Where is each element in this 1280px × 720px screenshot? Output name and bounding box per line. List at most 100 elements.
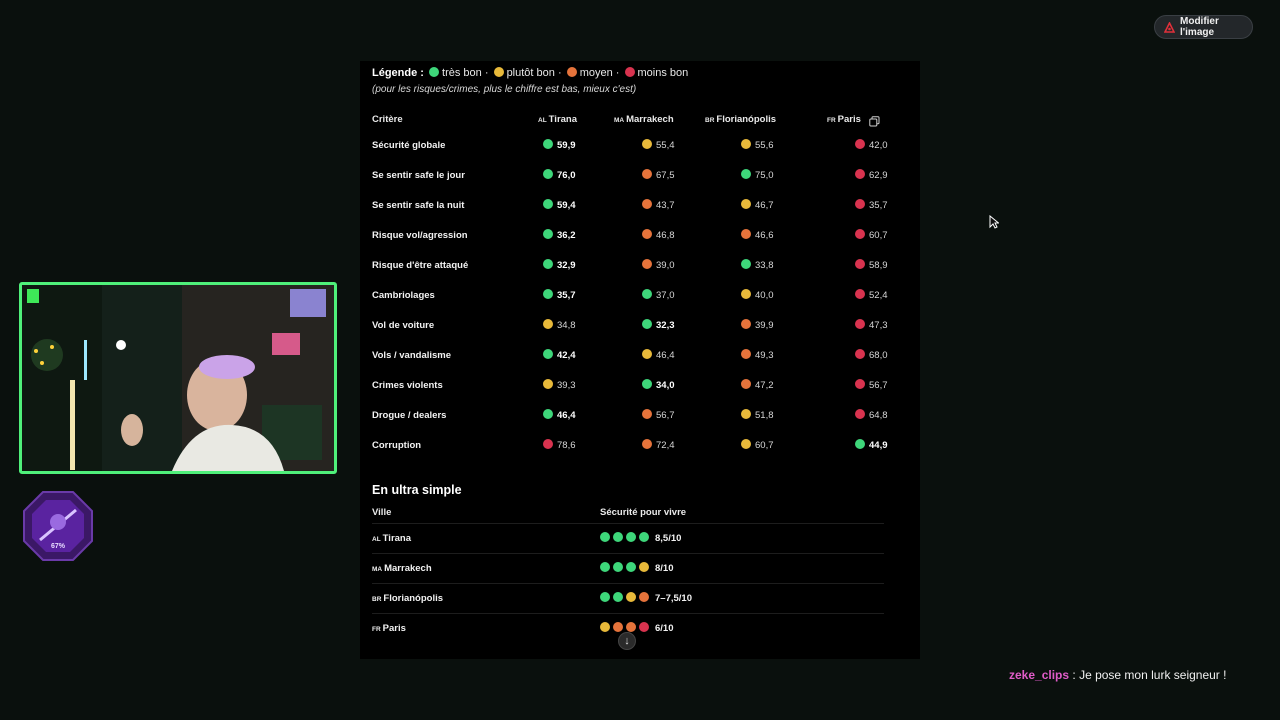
city-name: Marrakech bbox=[384, 563, 432, 574]
rating-dot bbox=[642, 439, 652, 450]
score-cell: 46,6 bbox=[741, 221, 774, 251]
score-cell: 58,9 bbox=[855, 251, 888, 281]
country-code: MA bbox=[372, 566, 383, 573]
edit-image-button[interactable]: Modifier l'image bbox=[1154, 15, 1253, 39]
score-value: 39,0 bbox=[656, 260, 675, 271]
score-value: 46,4 bbox=[656, 350, 675, 361]
rating-dot bbox=[855, 379, 865, 390]
legend-label: plutôt bon bbox=[506, 67, 555, 79]
summary-city: MA Marrakech bbox=[372, 554, 432, 585]
rating-dot bbox=[855, 439, 865, 450]
score-cell: 49,3 bbox=[741, 341, 774, 371]
score-cell: 37,0 bbox=[642, 281, 675, 311]
score-cell: 34,8 bbox=[543, 311, 576, 341]
score-cell: 42,0 bbox=[855, 131, 888, 161]
rating-dot bbox=[855, 169, 865, 180]
summary-header-city: Ville bbox=[372, 507, 392, 518]
legend-dot-yellow bbox=[493, 67, 504, 78]
legend-separator: · bbox=[557, 67, 562, 79]
score-value: 44,9 bbox=[869, 440, 888, 451]
summary-city: BR Florianópolis bbox=[372, 584, 443, 615]
score-value: 32,9 bbox=[557, 260, 576, 271]
rating-dot bbox=[543, 199, 553, 210]
score-text: 8/10 bbox=[655, 563, 674, 574]
score-value: 55,4 bbox=[656, 140, 675, 151]
legend-dot-green bbox=[429, 67, 440, 78]
score-cell: 76,0 bbox=[543, 161, 576, 191]
score-cell: 52,4 bbox=[855, 281, 888, 311]
score-value: 35,7 bbox=[557, 290, 576, 301]
criterion-label: Crimes violents bbox=[372, 380, 443, 391]
chat-username: zeke_clips bbox=[1009, 668, 1070, 682]
table-row: Risque d'être attaqué 32,9 39,0 33,8 58,9 bbox=[372, 251, 888, 281]
score-cell: 51,8 bbox=[741, 401, 774, 431]
rating-dot bbox=[741, 259, 751, 270]
column-header-criterion: Critère bbox=[372, 114, 403, 125]
score-value: 47,3 bbox=[869, 320, 888, 331]
summary-title: En ultra simple bbox=[372, 483, 462, 497]
rating-dot bbox=[613, 592, 623, 603]
table-row: Corruption 78,6 72,4 60,7 44,9 bbox=[372, 431, 888, 461]
rating-dot bbox=[642, 409, 652, 420]
rating-dot bbox=[639, 562, 649, 573]
rating-dot bbox=[639, 532, 649, 543]
score-cell: 42,4 bbox=[543, 341, 576, 371]
rating-dot bbox=[741, 409, 751, 420]
score-value: 34,8 bbox=[557, 320, 576, 331]
rating-dot bbox=[626, 622, 636, 633]
city-name: Florianópolis bbox=[383, 593, 444, 604]
column-header-city: MA Marrakech bbox=[614, 114, 674, 125]
rating-dot bbox=[642, 319, 652, 330]
country-code: BR bbox=[372, 596, 382, 603]
score-cell: 40,0 bbox=[741, 281, 774, 311]
badge-percent: 67% bbox=[50, 543, 65, 550]
chat-message: zeke_clips : Je pose mon lurk seigneur ! bbox=[1009, 668, 1226, 682]
rating-dot bbox=[639, 622, 649, 633]
mouse-cursor-icon bbox=[989, 214, 1000, 234]
score-value: 76,0 bbox=[557, 170, 576, 181]
rating-dot bbox=[741, 289, 751, 300]
score-cell: 75,0 bbox=[741, 161, 774, 191]
legend-separator: · bbox=[615, 67, 620, 79]
table-row: Crimes violents 39,3 34,0 47,2 56,7 bbox=[372, 371, 888, 401]
score-cell: 46,4 bbox=[642, 341, 675, 371]
score-value: 42,4 bbox=[557, 350, 576, 361]
rating-dot bbox=[639, 592, 649, 603]
score-cell: 32,3 bbox=[642, 311, 675, 341]
webcam-feed bbox=[22, 285, 334, 471]
rating-dot bbox=[543, 319, 553, 330]
score-value: 68,0 bbox=[869, 350, 888, 361]
score-cell: 39,9 bbox=[741, 311, 774, 341]
criterion-label: Se sentir safe le jour bbox=[372, 170, 465, 181]
score-cell: 60,7 bbox=[741, 431, 774, 461]
score-value: 60,7 bbox=[755, 440, 774, 451]
score-cell: 33,8 bbox=[741, 251, 774, 281]
legend-label: moins bon bbox=[637, 67, 689, 79]
score-value: 33,8 bbox=[755, 260, 774, 271]
arrow-down-icon: ↓ bbox=[624, 635, 630, 647]
score-cell: 72,4 bbox=[642, 431, 675, 461]
rating-dot bbox=[642, 229, 652, 240]
rating-dot bbox=[642, 139, 652, 150]
pdf-icon bbox=[1163, 20, 1176, 33]
score-value: 78,6 bbox=[557, 440, 576, 451]
rating-dot bbox=[543, 289, 553, 300]
chat-text: Je pose mon lurk seigneur ! bbox=[1079, 668, 1227, 682]
rating-dot bbox=[855, 349, 865, 360]
summary-row: BR Florianópolis 7–7,5/10 bbox=[372, 583, 884, 614]
scroll-down-button[interactable]: ↓ bbox=[618, 632, 636, 650]
score-cell: 39,0 bbox=[642, 251, 675, 281]
table-row: Risque vol/agression 36,2 46,8 46,6 60,7 bbox=[372, 221, 888, 251]
score-cell: 32,9 bbox=[543, 251, 576, 281]
criterion-label: Drogue / dealers bbox=[372, 410, 447, 421]
score-cell: 68,0 bbox=[855, 341, 888, 371]
rating-dot bbox=[741, 379, 751, 390]
rating-dot bbox=[741, 139, 751, 150]
score-cell: 39,3 bbox=[543, 371, 576, 401]
table-row: Cambriolages 35,7 37,0 40,0 52,4 bbox=[372, 281, 888, 311]
score-cell: 46,7 bbox=[741, 191, 774, 221]
copy-icon[interactable] bbox=[869, 114, 880, 127]
score-value: 42,0 bbox=[869, 140, 888, 151]
score-text: 6/10 bbox=[655, 623, 674, 634]
rating-dot bbox=[642, 169, 652, 180]
